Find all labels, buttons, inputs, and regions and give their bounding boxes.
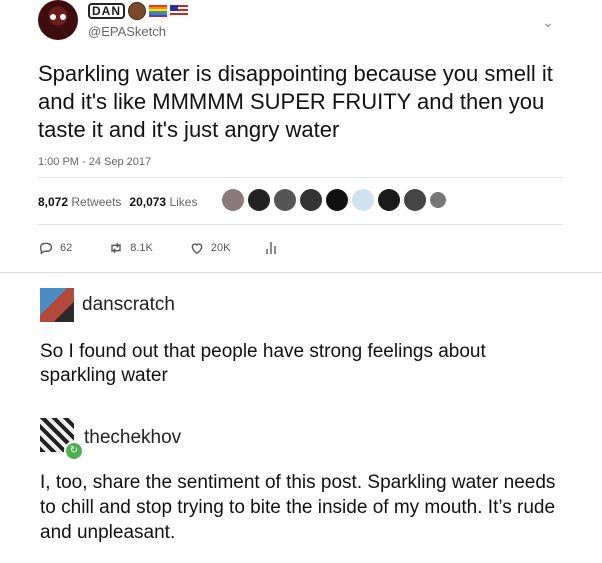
post-username[interactable]: danscratch [82,294,175,316]
post-text: So I found out that people have strong f… [40,341,486,386]
post-username[interactable]: thechekhov [84,427,181,449]
reply-count: 62 [60,242,73,254]
section-divider [0,272,602,273]
like-button[interactable]: 20K [189,240,231,256]
analytics-button[interactable] [266,242,277,254]
likes-count: 20,073 [129,195,167,209]
tweet-timestamp[interactable]: 1:00 PM - 24 Sep 2017 [38,156,151,168]
reply-button[interactable]: 62 [38,240,72,256]
us-flag-icon [170,5,188,17]
tweet-actions: 62 8.1K 20K [38,240,312,256]
liker-avatar[interactable] [430,192,446,208]
analytics-icon [266,242,277,254]
liker-avatar[interactable] [326,189,348,211]
retweets-label: Retweets [71,195,122,209]
tweet-stats: 8,072 Retweets 20,073 Likes [38,195,197,209]
tweet-author-avatar[interactable] [38,0,78,40]
retweet-button[interactable]: 8.1K [108,240,153,256]
retweet-icon [111,242,121,254]
retweets-stat[interactable]: 8,072 Retweets [38,195,121,209]
tweet-handle[interactable]: @EPASketch [88,24,166,39]
likes-stat[interactable]: 20,073 Likes [129,195,197,209]
cookie-emoji-icon [128,2,146,20]
heart-icon [191,243,203,255]
avatar[interactable] [40,288,74,322]
divider [38,224,563,225]
reblog-icon: ↻ [64,441,84,461]
liker-avatar[interactable] [300,189,322,211]
tweet-display-name[interactable]: DAN [88,2,188,20]
tweet-text: Sparkling water is disappointing because… [38,61,553,142]
divider [38,177,563,178]
liker-avatar[interactable] [352,189,374,211]
retweet-count: 8.1K [130,242,153,254]
liker-avatar[interactable] [248,189,270,211]
liker-avatar[interactable] [274,189,296,211]
likes-label: Likes [169,195,198,209]
reply-icon [39,242,53,255]
rainbow-flag-icon [149,5,167,17]
display-name-text: DAN [88,3,125,19]
liker-avatar[interactable] [404,189,426,211]
retweets-count: 8,072 [38,195,69,209]
chevron-down-icon[interactable]: ⌄ [542,14,554,31]
avatar-eye [60,14,66,20]
avatar-eye [50,14,56,20]
post-text: I, too, share the sentiment of this post… [40,472,556,543]
liker-avatar[interactable] [378,189,400,211]
like-count: 20K [210,242,231,254]
liker-avatars [222,189,446,211]
liker-avatar[interactable] [222,189,244,211]
